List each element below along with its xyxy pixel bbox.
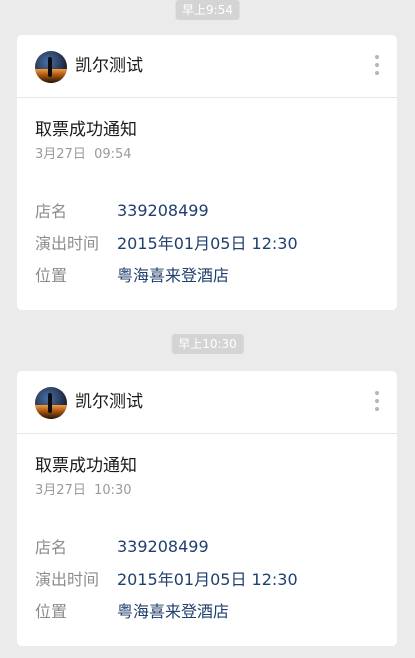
notice-date: 3月27日 10:30: [35, 482, 379, 500]
field-value: 粤海喜来登酒店: [117, 602, 230, 621]
field-label: 店名: [35, 202, 68, 221]
sender-name[interactable]: 凯尔测试: [75, 55, 143, 77]
notice-date: 3月27日 09:54: [35, 146, 379, 164]
notice-title: 取票成功通知: [35, 120, 137, 140]
field-list: 店名 339208499 演出时间 2015年01月05日 12:30 位置 粤…: [35, 194, 379, 290]
notice-date-time: 10:30: [94, 483, 132, 498]
sender-name[interactable]: 凯尔测试: [75, 391, 143, 413]
timestamp-chip: 早上10:30: [171, 334, 244, 354]
notice-title: 取票成功通知: [35, 456, 137, 476]
notice-date-day: 3月27日: [35, 147, 86, 162]
field-label: 位置: [35, 266, 68, 285]
card-body: 取票成功通知 3月27日 09:54 店名 339208499 演出时间 201…: [17, 98, 397, 290]
more-vertical-icon[interactable]: [374, 55, 380, 79]
field-value: 粤海喜来登酒店: [117, 266, 230, 285]
timestamp-chip: 早上9:54: [175, 0, 240, 20]
field-row-show-time: 演出时间 2015年01月05日 12:30: [35, 562, 379, 594]
field-row-location: 位置 粤海喜来登酒店: [35, 594, 379, 626]
field-list: 店名 339208499 演出时间 2015年01月05日 12:30 位置 粤…: [35, 530, 379, 626]
field-value: 2015年01月05日 12:30: [117, 570, 298, 589]
card-header: 凯尔测试: [17, 371, 397, 434]
field-value: 339208499: [117, 200, 209, 220]
field-row-shop: 店名 339208499: [35, 530, 379, 562]
field-label: 位置: [35, 602, 68, 621]
message-card[interactable]: 凯尔测试 取票成功通知 3月27日 09:54 店名 339208499 演出时…: [17, 35, 397, 310]
notice-date-day: 3月27日: [35, 483, 86, 498]
card-header: 凯尔测试: [17, 35, 397, 98]
field-label: 店名: [35, 538, 68, 557]
field-label: 演出时间: [35, 570, 100, 589]
field-row-show-time: 演出时间 2015年01月05日 12:30: [35, 226, 379, 258]
notice-date-time: 09:54: [94, 147, 132, 162]
field-row-shop: 店名 339208499: [35, 194, 379, 226]
field-label: 演出时间: [35, 234, 100, 253]
card-body: 取票成功通知 3月27日 10:30 店名 339208499 演出时间 201…: [17, 434, 397, 626]
field-value: 339208499: [117, 536, 209, 556]
avatar[interactable]: [35, 51, 67, 83]
field-row-location: 位置 粤海喜来登酒店: [35, 258, 379, 290]
message-card[interactable]: 凯尔测试 取票成功通知 3月27日 10:30 店名 339208499 演出时…: [17, 371, 397, 646]
more-vertical-icon[interactable]: [374, 391, 380, 415]
field-value: 2015年01月05日 12:30: [117, 234, 298, 253]
avatar[interactable]: [35, 387, 67, 419]
